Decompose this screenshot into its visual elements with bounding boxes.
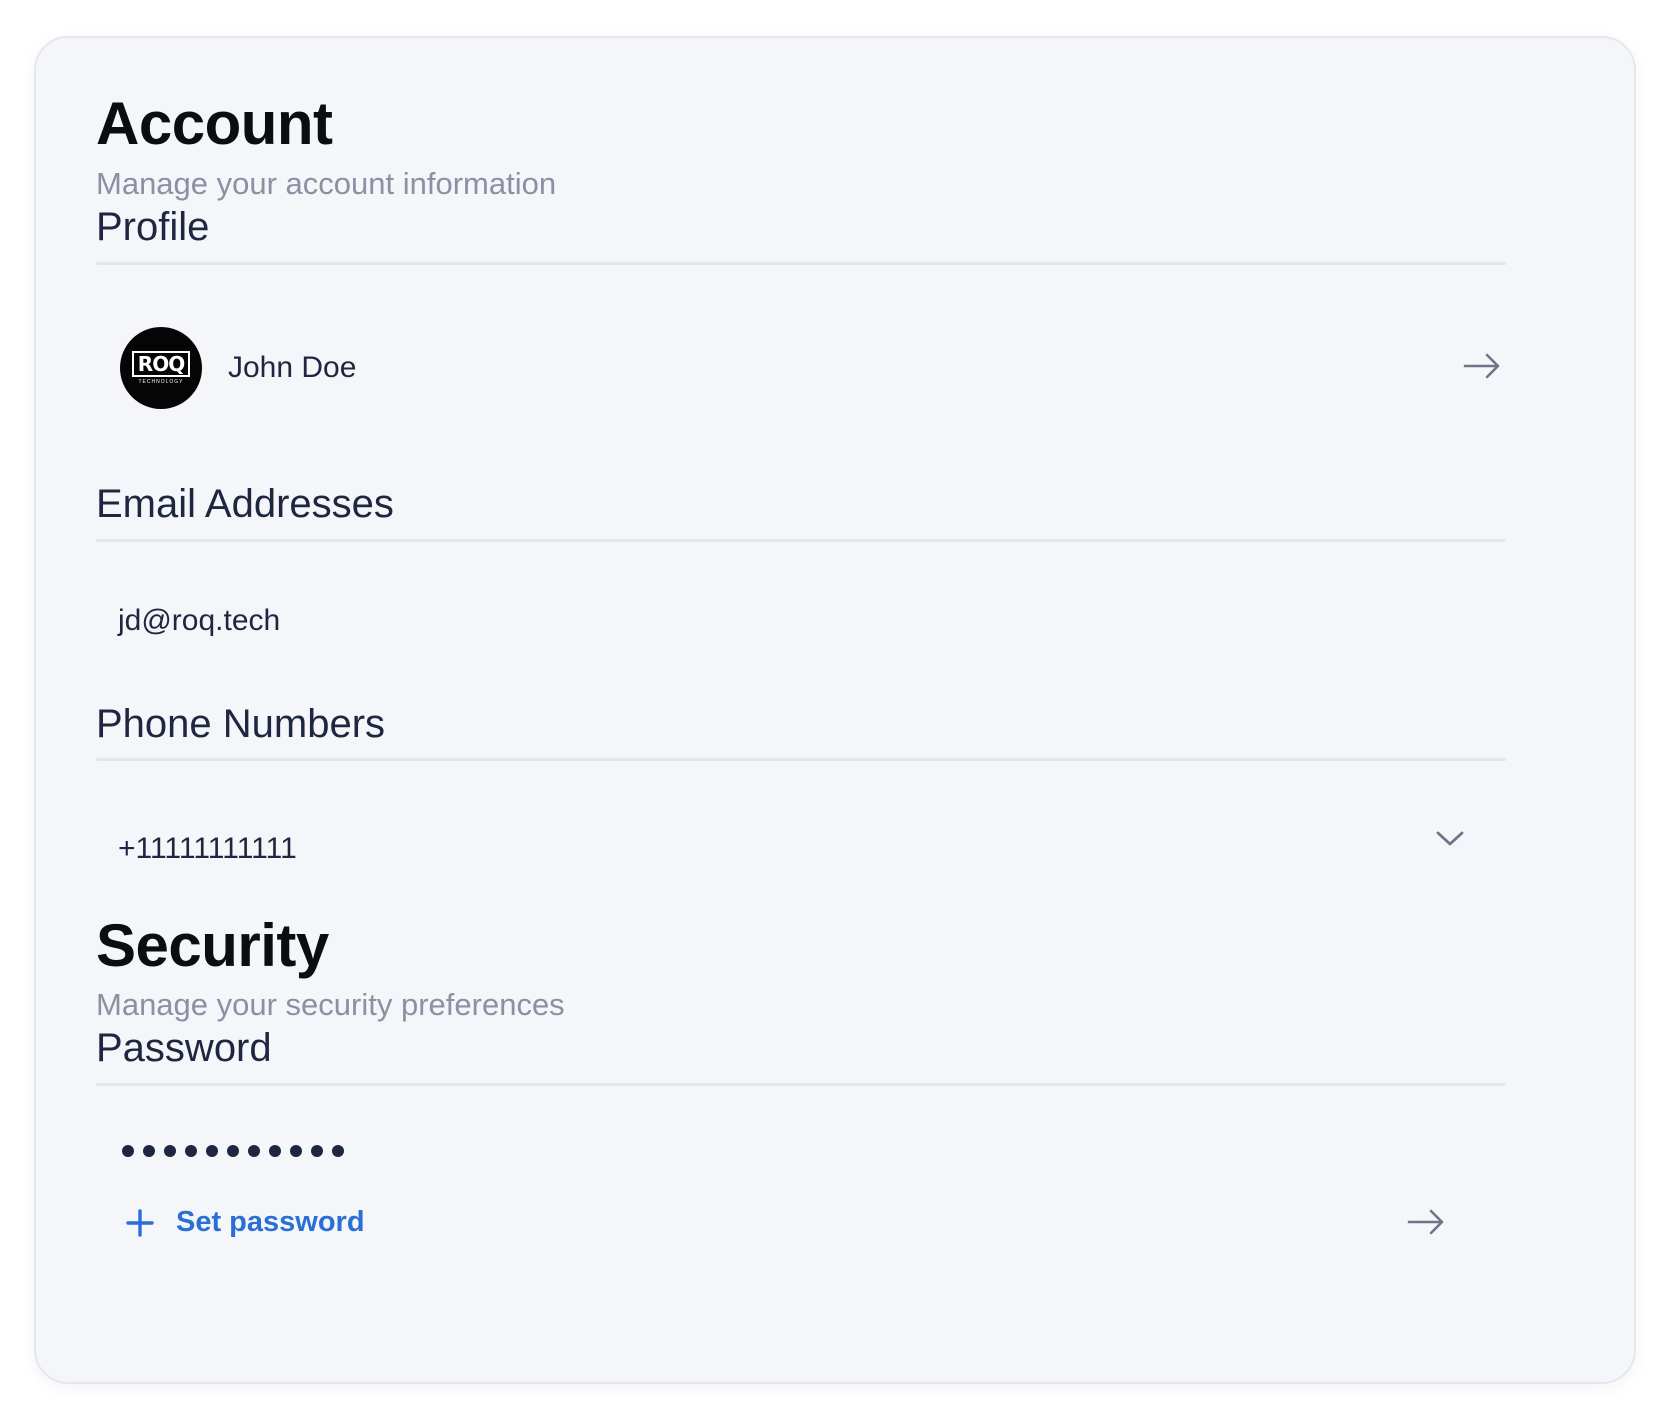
password-dot — [332, 1145, 344, 1157]
password-dot — [269, 1145, 281, 1157]
account-settings-card: Account Manage your account information … — [34, 36, 1636, 1384]
arrow-right-icon[interactable] — [1462, 346, 1502, 386]
phone-divider — [96, 758, 1506, 761]
profile-name: John Doe — [228, 351, 357, 384]
password-dot — [185, 1145, 197, 1157]
password-masked-value — [122, 1145, 344, 1157]
email-value: jd@roq.tech — [118, 604, 281, 637]
plus-icon — [126, 1208, 154, 1237]
set-password-button[interactable]: Set password — [126, 1208, 365, 1237]
phone-value: +11111111111 — [118, 832, 297, 865]
password-dot — [311, 1145, 323, 1157]
password-section-title: Password — [96, 1026, 272, 1070]
password-dot — [206, 1145, 218, 1157]
password-divider — [96, 1083, 1506, 1086]
arrow-right-icon[interactable] — [1406, 1202, 1446, 1242]
password-dot — [248, 1145, 260, 1157]
password-dot — [122, 1145, 134, 1157]
phone-section-title: Phone Numbers — [96, 702, 386, 746]
security-subtitle: Manage your security preferences — [96, 987, 565, 1022]
avatar-logo: ROQ — [131, 351, 191, 377]
set-password-label: Set password — [176, 1206, 365, 1238]
avatar-logo-subtext: TECHNOLOGY — [138, 379, 184, 385]
security-title: Security — [96, 912, 329, 979]
password-dot — [164, 1145, 176, 1157]
profile-section-title: Profile — [96, 205, 210, 249]
chevron-down-icon[interactable] — [1434, 826, 1466, 850]
profile-divider — [96, 262, 1506, 265]
password-dot — [290, 1145, 302, 1157]
password-dot — [227, 1145, 239, 1157]
password-dot — [143, 1145, 155, 1157]
account-title: Account — [96, 90, 333, 157]
email-divider — [96, 539, 1506, 542]
avatar: ROQ TECHNOLOGY — [120, 327, 202, 409]
account-subtitle: Manage your account information — [96, 166, 557, 201]
profile-row[interactable]: ROQ TECHNOLOGY John Doe — [96, 308, 1506, 424]
email-section-title: Email Addresses — [96, 482, 394, 526]
